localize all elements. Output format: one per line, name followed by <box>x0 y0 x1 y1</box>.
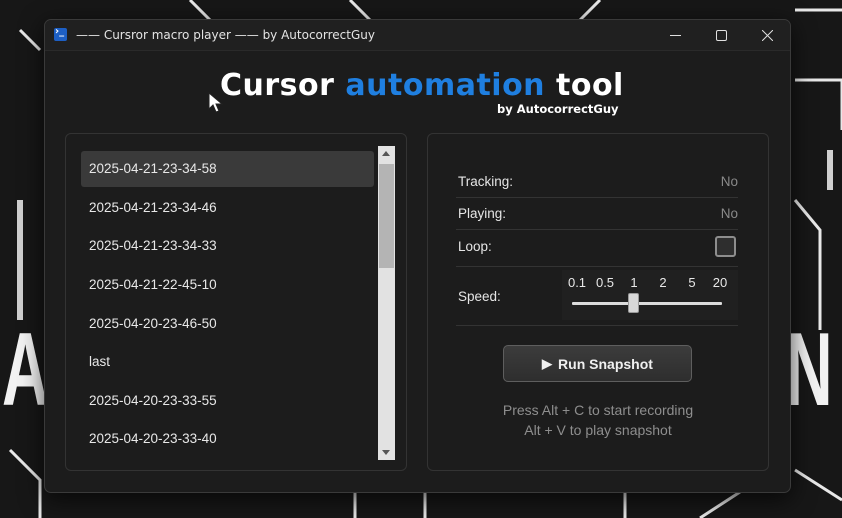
divider <box>456 197 738 198</box>
minimize-button[interactable] <box>652 20 698 50</box>
close-icon <box>761 29 773 41</box>
speed-tick-label: 20 <box>712 275 728 290</box>
speed-label: Speed: <box>458 289 501 304</box>
list-item[interactable]: last <box>81 344 374 380</box>
speed-tick-label: 2 <box>659 275 667 290</box>
controls-panel: Tracking: No Playing: No Loop: Speed: 0.… <box>427 133 769 471</box>
speed-slider-thumb[interactable] <box>628 293 639 313</box>
play-icon: ▶ <box>542 355 553 371</box>
list-item[interactable]: 2025-04-21-23-34-46 <box>81 190 374 226</box>
divider <box>456 266 738 267</box>
hint-record: Press Alt + C to start recording <box>502 402 694 418</box>
app-logo-title: Cursor automation tool <box>220 68 624 103</box>
speed-slider-track[interactable] <box>572 302 722 305</box>
app-window: ›_ —— Cursror macro player —— by Autocor… <box>44 19 791 493</box>
loop-checkbox[interactable] <box>715 236 736 257</box>
speed-tick-label: 0.5 <box>595 275 615 290</box>
list-item[interactable]: 2025-04-20-23-46-50 <box>81 306 374 342</box>
speed-slider[interactable]: 0.1 0.5 1 2 5 20 <box>562 270 738 320</box>
speed-tick-label: 5 <box>688 275 696 290</box>
list-item[interactable]: 2025-04-21-22-45-10 <box>81 267 374 303</box>
logo-subtitle: by AutocorrectGuy <box>497 102 619 116</box>
logo-word-automation: automation <box>345 68 546 103</box>
scroll-up-arrow-icon[interactable] <box>382 151 390 156</box>
maximize-icon <box>715 29 727 41</box>
hint-play: Alt + V to play snapshot <box>524 422 672 438</box>
window-title: —— Cursror macro player —— by Autocorrec… <box>76 28 375 42</box>
maximize-button[interactable] <box>698 20 744 50</box>
list-item[interactable]: 2025-04-21-23-34-33 <box>81 228 374 264</box>
tracking-value: No <box>720 174 738 189</box>
scroll-down-arrow-icon[interactable] <box>382 450 390 455</box>
recordings-list[interactable]: 2025-04-21-23-34-58 2025-04-21-23-34-46 … <box>65 133 407 471</box>
playing-label: Playing: <box>458 206 507 221</box>
minimize-icon <box>669 34 681 36</box>
run-snapshot-label: Run Snapshot <box>558 355 653 372</box>
background-letter-left: A <box>2 312 49 428</box>
title-bar[interactable]: ›_ —— Cursror macro player —— by Autocor… <box>45 20 790 51</box>
scroll-thumb[interactable] <box>379 164 394 268</box>
run-snapshot-button[interactable]: ▶ Run Snapshot <box>503 345 692 382</box>
divider <box>456 325 738 326</box>
logo-word-tool: tool <box>556 68 624 103</box>
list-item[interactable]: 2025-04-20-23-33-40 <box>81 421 374 457</box>
divider <box>456 229 738 230</box>
list-item[interactable]: 2025-04-21-23-34-58 <box>81 151 374 187</box>
background-letter-right: N <box>786 312 833 428</box>
playing-value: No <box>720 206 738 221</box>
list-item[interactable]: 2025-04-20-23-33-55 <box>81 383 374 419</box>
powershell-icon: ›_ <box>54 28 67 41</box>
loop-label: Loop: <box>458 239 492 254</box>
logo-word-cursor: Cursor <box>220 68 335 103</box>
tracking-label: Tracking: <box>458 174 514 189</box>
close-button[interactable] <box>744 20 790 50</box>
speed-tick-label: 0.1 <box>567 275 587 290</box>
speed-tick-label: 1 <box>630 275 638 290</box>
list-scrollbar[interactable] <box>378 146 395 460</box>
